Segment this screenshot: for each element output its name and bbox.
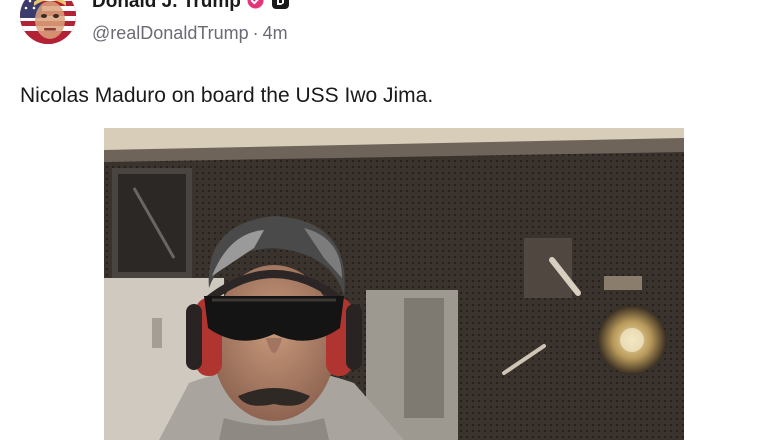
separator: · [252,23,259,43]
post-photo [104,128,684,440]
post-image[interactable] [104,128,684,440]
avatar-image [20,0,76,44]
verified-badge-icon [247,0,264,9]
post-card: Donald J. Trump @realDonaldTrump · 4m Nico… [0,0,780,440]
display-name[interactable]: Donald J. Trump [92,0,241,13]
affiliate-badge-icon [272,0,289,9]
post-text: Nicolas Maduro on board the USS Iwo Jima… [20,84,434,107]
author-handle[interactable]: @realDonaldTrump [92,23,249,43]
handle-line: @realDonaldTrump · 4m [92,23,288,44]
avatar[interactable] [20,0,76,44]
timestamp[interactable]: 4m [263,23,288,43]
